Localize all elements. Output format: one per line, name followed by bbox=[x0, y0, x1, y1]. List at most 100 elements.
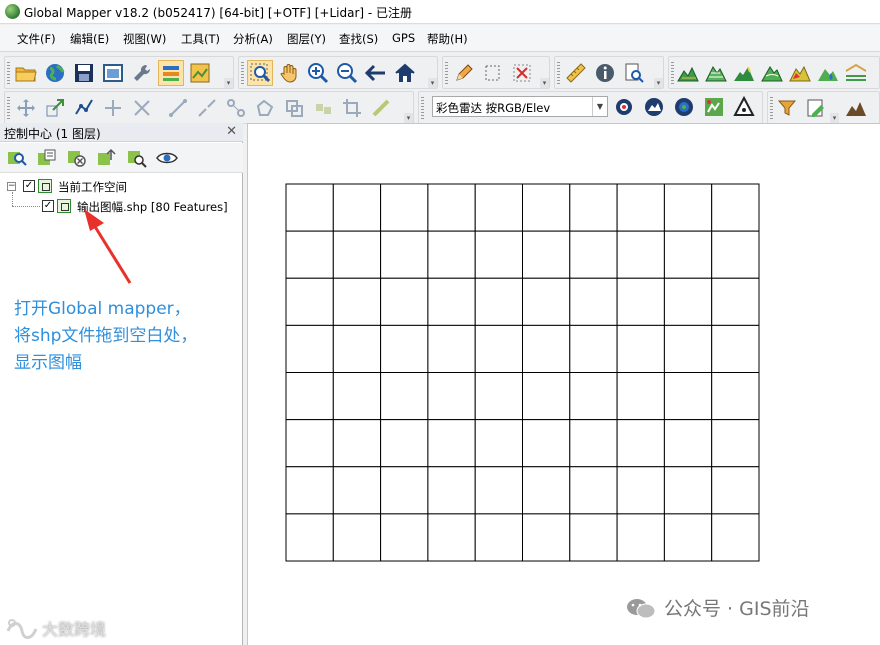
ruler-icon[interactable] bbox=[563, 60, 589, 86]
grid-cell-feature[interactable] bbox=[427, 513, 476, 562]
grid-cell-feature[interactable] bbox=[332, 419, 382, 468]
home-icon[interactable] bbox=[392, 60, 418, 86]
polygon-edit-icon[interactable] bbox=[252, 95, 278, 121]
grid-cell-feature[interactable] bbox=[427, 372, 476, 421]
grid-cell-feature[interactable] bbox=[663, 513, 713, 562]
grid-cell-feature[interactable] bbox=[380, 277, 429, 326]
zoom-in-icon[interactable] bbox=[305, 60, 331, 86]
grid-cell-feature[interactable] bbox=[522, 183, 571, 232]
terrain-shade-icon[interactable] bbox=[731, 60, 757, 86]
grid-cell-feature[interactable] bbox=[663, 324, 713, 374]
grid-cell-feature[interactable] bbox=[616, 372, 665, 421]
grid-cell-feature[interactable] bbox=[663, 372, 713, 421]
grid-cell-feature[interactable] bbox=[616, 183, 665, 232]
grid-cell-feature[interactable] bbox=[332, 324, 382, 374]
align-feature-icon[interactable] bbox=[310, 95, 336, 121]
hillshade-gear-icon[interactable] bbox=[641, 94, 667, 120]
layers-control-icon[interactable] bbox=[158, 60, 184, 86]
grid-cell-feature[interactable] bbox=[522, 277, 571, 326]
grid-cell-feature[interactable] bbox=[711, 324, 760, 374]
snap-icon[interactable] bbox=[129, 95, 155, 121]
menu-view[interactable]: 视图(W) bbox=[123, 31, 166, 47]
grid-cell-feature[interactable] bbox=[332, 230, 382, 279]
toolbar-grip[interactable] bbox=[557, 62, 560, 85]
grid-cell-feature[interactable] bbox=[663, 230, 713, 279]
shader-select[interactable]: 彩色雷达 按RGB/Elev ▼ bbox=[432, 96, 608, 117]
open-folder-icon[interactable] bbox=[13, 60, 39, 86]
toolbar-overflow[interactable]: ▾ bbox=[540, 78, 549, 88]
grid-cell-feature[interactable] bbox=[616, 324, 665, 374]
move-vertex-icon[interactable] bbox=[13, 95, 39, 121]
menu-analysis[interactable]: 分析(A) bbox=[233, 31, 273, 47]
grid-cell-feature[interactable] bbox=[711, 466, 760, 515]
copy-feature-icon[interactable] bbox=[281, 95, 307, 121]
move-feature-icon[interactable] bbox=[100, 95, 126, 121]
edit-vertices-icon[interactable] bbox=[71, 95, 97, 121]
toolbar-overflow[interactable]: ▾ bbox=[830, 113, 839, 123]
menu-search[interactable]: 查找(S) bbox=[339, 31, 378, 47]
grid-cell-feature[interactable] bbox=[332, 277, 382, 326]
grid-cell-feature[interactable] bbox=[711, 419, 760, 468]
toolbar-overflow[interactable]: ▾ bbox=[224, 78, 233, 88]
grid-cell-feature[interactable] bbox=[380, 419, 429, 468]
zoom-out-icon[interactable] bbox=[334, 60, 360, 86]
tree-collapse-toggle[interactable]: − bbox=[7, 182, 16, 191]
terrain-icon[interactable] bbox=[675, 60, 701, 86]
grid-cell-feature[interactable] bbox=[427, 324, 476, 374]
tree-item-workspace[interactable]: 当前工作空间 bbox=[58, 179, 127, 195]
menu-help[interactable]: 帮助(H) bbox=[427, 31, 468, 47]
terrain-color-icon[interactable] bbox=[787, 60, 813, 86]
layer-visibility-eye-icon[interactable] bbox=[156, 147, 178, 169]
grid-cell-feature[interactable] bbox=[427, 230, 476, 279]
grid-cell-feature[interactable] bbox=[711, 183, 760, 232]
grid-cell-feature[interactable] bbox=[380, 324, 429, 374]
grid-cell-feature[interactable] bbox=[569, 183, 618, 232]
zoom-select-icon[interactable] bbox=[247, 60, 273, 86]
globe-icon[interactable] bbox=[42, 60, 68, 86]
grid-cell-feature[interactable] bbox=[427, 277, 476, 326]
terrain-3d-icon[interactable] bbox=[703, 60, 729, 86]
grid-cell-feature[interactable] bbox=[663, 419, 713, 468]
layer-options-icon[interactable] bbox=[36, 147, 58, 169]
search-document-icon[interactable] bbox=[621, 60, 647, 86]
draw-line-icon[interactable] bbox=[165, 95, 191, 121]
terrain-layers-icon[interactable] bbox=[843, 60, 869, 86]
filter-funnel-icon[interactable] bbox=[774, 95, 800, 121]
measure-line-icon[interactable] bbox=[368, 95, 394, 121]
terrain-water-icon[interactable] bbox=[815, 60, 841, 86]
grid-cell-feature[interactable] bbox=[616, 466, 665, 515]
map-view[interactable]: 公众号 · GIS前沿 bbox=[247, 123, 880, 645]
grid-cell-feature[interactable] bbox=[332, 513, 382, 562]
delete-feature-icon[interactable] bbox=[509, 60, 535, 86]
path-profile-icon[interactable] bbox=[843, 95, 869, 121]
grid-cell-feature[interactable] bbox=[711, 513, 760, 562]
close-icon[interactable]: ✕ bbox=[226, 124, 237, 139]
map-layout-icon[interactable] bbox=[187, 60, 213, 86]
menu-tools[interactable]: 工具(T) bbox=[181, 31, 220, 47]
chevron-down-icon[interactable]: ▼ bbox=[592, 97, 607, 116]
lidar-classify-icon[interactable] bbox=[701, 94, 727, 120]
grid-cell-feature[interactable] bbox=[569, 372, 618, 421]
grid-cell-feature[interactable] bbox=[616, 277, 665, 326]
toolbar-grip[interactable] bbox=[671, 62, 674, 85]
triangle-warning-icon[interactable] bbox=[731, 94, 757, 120]
layer-zoom-icon[interactable] bbox=[6, 147, 28, 169]
grid-cell-feature[interactable] bbox=[522, 230, 571, 279]
grid-cell-feature[interactable] bbox=[711, 277, 760, 326]
grid-cell-feature[interactable] bbox=[332, 183, 382, 232]
grid-cell-feature[interactable] bbox=[285, 277, 334, 326]
grid-cell-feature[interactable] bbox=[380, 183, 429, 232]
grid-cell-feature[interactable] bbox=[427, 419, 476, 468]
image-window-icon[interactable] bbox=[100, 60, 126, 86]
grid-cell-feature[interactable] bbox=[522, 419, 571, 468]
grid-cell-feature[interactable] bbox=[285, 372, 334, 421]
toolbar-overflow[interactable]: ▾ bbox=[428, 78, 437, 88]
grid-cell-feature[interactable] bbox=[522, 372, 571, 421]
grid-cell-feature[interactable] bbox=[569, 277, 618, 326]
toolbar-grip[interactable] bbox=[770, 97, 773, 120]
toolbar-grip[interactable] bbox=[445, 62, 448, 85]
grid-cell-feature[interactable] bbox=[474, 277, 523, 326]
grid-cell-feature[interactable] bbox=[285, 230, 334, 279]
settings-gear-icon[interactable] bbox=[611, 94, 637, 120]
wrench-icon[interactable] bbox=[129, 60, 155, 86]
